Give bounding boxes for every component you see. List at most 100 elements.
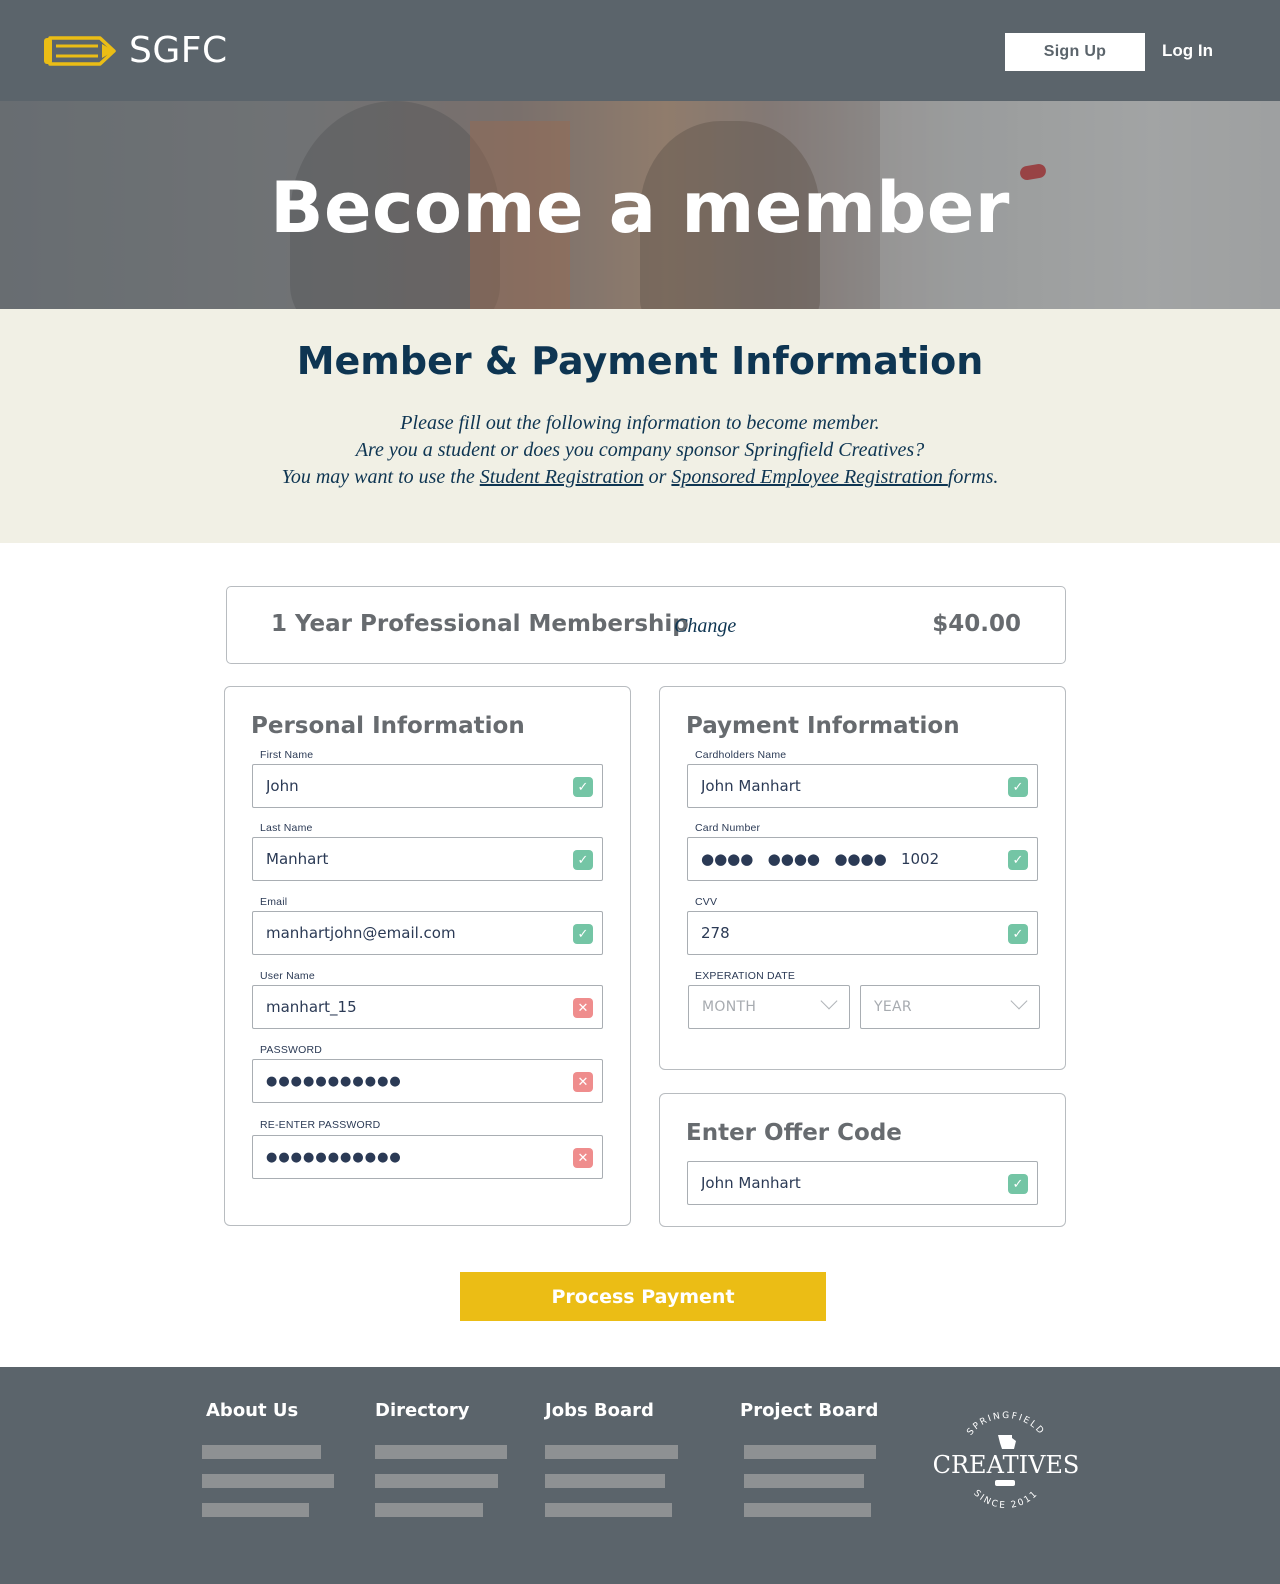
svg-text:SPRINGFIELD: SPRINGFIELD: [965, 1411, 1046, 1438]
cvv-field[interactable]: ✓: [687, 911, 1038, 955]
personal-information-title: Personal Information: [251, 713, 525, 739]
membership-price: $40.00: [932, 611, 1021, 637]
logo[interactable]: SGFC: [42, 30, 228, 71]
user-name-field[interactable]: ✕: [252, 985, 603, 1029]
personal-information-card: Personal Information First Name ✓ Last N…: [224, 686, 631, 1226]
check-icon: ✓: [573, 777, 593, 797]
email-input[interactable]: [253, 912, 602, 954]
check-icon: ✓: [1008, 1174, 1028, 1194]
hero-title: Become a member: [270, 167, 1010, 249]
footer-placeholder-line: [375, 1474, 498, 1488]
check-icon: ✓: [573, 850, 593, 870]
footer-link-jobs-board[interactable]: Jobs Board: [545, 1400, 654, 1421]
check-icon: ✓: [1008, 924, 1028, 944]
intro-text: Please fill out the following informatio…: [0, 410, 1280, 491]
last-name-label: Last Name: [260, 822, 313, 834]
footer-placeholder-line: [744, 1503, 871, 1517]
pencil-icon: [995, 1480, 1015, 1486]
missouri-state-icon: [998, 1435, 1016, 1449]
intro-line-3-prefix: You may want to use the: [281, 466, 480, 488]
site-header: SGFC Sign Up Log In: [0, 0, 1280, 101]
cardholders-name-input[interactable]: [688, 765, 1037, 807]
last-name-input[interactable]: [253, 838, 602, 880]
password-input[interactable]: [253, 1060, 602, 1102]
cvv-label: CVV: [695, 896, 718, 908]
intro-section: Member & Payment Information Please fill…: [0, 309, 1280, 543]
pencil-logo-icon: [44, 35, 116, 66]
intro-line-1: Please fill out the following informatio…: [400, 412, 880, 434]
last-name-field[interactable]: ✓: [252, 837, 603, 881]
chevron-down-icon: [820, 992, 838, 1010]
footer-link-directory[interactable]: Directory: [375, 1400, 469, 1421]
footer-placeholder-line: [375, 1445, 507, 1459]
first-name-label: First Name: [260, 749, 314, 761]
payment-information-card: Payment Information Cardholders Name ✓ C…: [659, 686, 1066, 1070]
brand-name: SGFC: [129, 30, 228, 71]
expiration-date-label: EXPERATION DATE: [695, 970, 796, 982]
footer-link-project-board[interactable]: Project Board: [740, 1400, 878, 1421]
badge-bottom-arc-text: SINCE 2011: [971, 1489, 1038, 1512]
chevron-down-icon: [1010, 992, 1028, 1010]
password-field[interactable]: ✕: [252, 1059, 603, 1103]
payment-information-title: Payment Information: [686, 713, 960, 739]
year-select[interactable]: YEAR: [860, 985, 1040, 1029]
intro-line-3-mid: or: [643, 466, 672, 488]
badge-top-arc-text: SPRINGFIELD: [965, 1411, 1044, 1438]
section-title: Member & Payment Information: [296, 339, 984, 383]
springfield-creatives-badge: SPRINGFIELD CREATIVES SINCE 2011: [933, 1411, 1080, 1512]
intro-line-3: You may want to use the Student Registra…: [0, 464, 1280, 491]
hero-banner: Become a member: [0, 101, 1280, 309]
change-membership-link[interactable]: Change: [674, 615, 736, 638]
footer-placeholder-line: [202, 1445, 321, 1459]
badge-name: CREATIVES: [933, 1451, 1080, 1479]
user-name-label: User Name: [260, 970, 315, 982]
footer-link-about-us[interactable]: About Us: [206, 1400, 298, 1421]
cardholders-name-label: Cardholders Name: [695, 749, 787, 761]
cvv-input[interactable]: [688, 912, 1037, 954]
student-registration-link[interactable]: Student Registration: [480, 466, 644, 488]
footer-placeholder-line: [545, 1474, 665, 1488]
first-name-field[interactable]: ✓: [252, 764, 603, 808]
card-number-field[interactable]: ✓: [687, 837, 1038, 881]
re-enter-password-field[interactable]: ✕: [252, 1135, 603, 1179]
password-label: PASSWORD: [260, 1044, 323, 1056]
x-icon: ✕: [573, 1072, 593, 1092]
x-icon: ✕: [573, 998, 593, 1018]
check-icon: ✓: [1008, 777, 1028, 797]
sign-up-button[interactable]: Sign Up: [1005, 33, 1145, 71]
check-icon: ✓: [573, 924, 593, 944]
footer-placeholder-line: [545, 1445, 678, 1459]
site-footer: About Us Directory Jobs Board Project Bo…: [0, 1367, 1280, 1584]
re-enter-password-input[interactable]: [253, 1136, 602, 1178]
offer-code-field[interactable]: ✓: [687, 1161, 1038, 1205]
year-select-value: YEAR: [874, 999, 912, 1015]
re-enter-password-label: RE-ENTER PASSWORD: [260, 1119, 381, 1131]
first-name-input[interactable]: [253, 765, 602, 807]
footer-placeholder-line: [545, 1503, 672, 1517]
user-name-input[interactable]: [253, 986, 602, 1028]
sponsored-employee-registration-link[interactable]: Sponsored Employee Registration: [671, 466, 947, 488]
offer-code-title: Enter Offer Code: [686, 1120, 902, 1146]
intro-line-2: Are you a student or does you company sp…: [355, 439, 925, 461]
month-select-value: MONTH: [702, 999, 757, 1015]
footer-placeholder-line: [744, 1474, 864, 1488]
email-label: Email: [260, 896, 288, 908]
cardholders-name-field[interactable]: ✓: [687, 764, 1038, 808]
month-select[interactable]: MONTH: [688, 985, 850, 1029]
footer-placeholder-line: [202, 1474, 334, 1488]
footer-placeholder-line: [744, 1445, 876, 1459]
svg-text:SINCE 2011: SINCE 2011: [971, 1489, 1040, 1512]
email-field[interactable]: ✓: [252, 911, 603, 955]
process-payment-button[interactable]: Process Payment: [460, 1272, 826, 1321]
membership-summary: 1 Year Professional Membership Change $4…: [226, 586, 1066, 664]
x-icon: ✕: [573, 1148, 593, 1168]
membership-name: 1 Year Professional Membership: [271, 611, 689, 637]
card-number-label: Card Number: [695, 822, 761, 834]
offer-code-input[interactable]: [688, 1162, 1037, 1204]
footer-placeholder-line: [202, 1503, 309, 1517]
footer-placeholder-line: [375, 1503, 483, 1517]
card-number-input[interactable]: [688, 838, 1037, 880]
offer-code-card: Enter Offer Code ✓: [659, 1093, 1066, 1227]
intro-line-3-suffix: forms.: [947, 466, 999, 488]
log-in-link[interactable]: Log In: [1162, 41, 1213, 61]
